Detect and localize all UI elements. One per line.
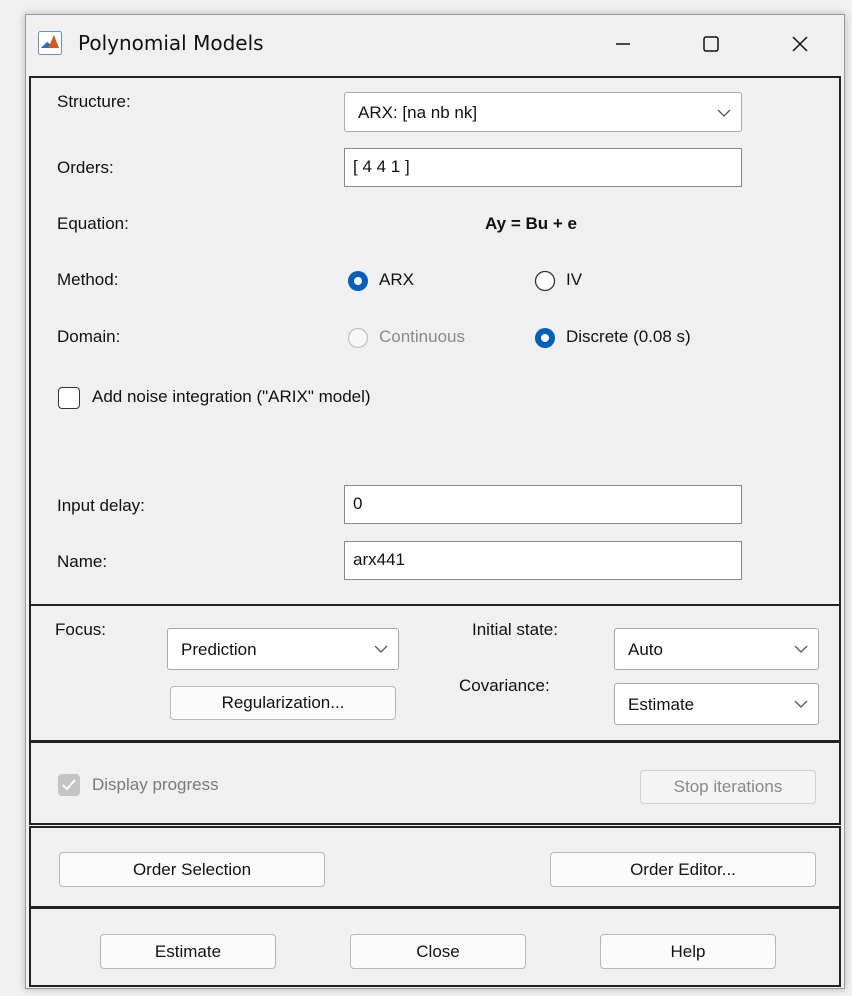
window-title: Polynomial Models — [78, 31, 264, 55]
structure-dropdown[interactable]: ARX: [na nb nk] — [344, 92, 742, 132]
input-delay-label: Input delay: — [57, 496, 145, 515]
close-button[interactable]: Close — [350, 934, 526, 969]
method-arx-label: ARX — [379, 270, 414, 289]
radio-unselected-icon — [534, 270, 556, 292]
orders-input[interactable]: [ 4 4 1 ] — [344, 148, 742, 187]
method-iv-label: IV — [566, 270, 583, 289]
structure-value: ARX: [na nb nk] — [358, 103, 478, 122]
name-label: Name: — [57, 552, 108, 571]
close-window-button[interactable] — [770, 23, 830, 65]
chevron-down-icon — [794, 700, 808, 708]
domain-label: Domain: — [57, 327, 121, 346]
initial-state-value: Auto — [628, 640, 663, 659]
minimize-button[interactable] — [593, 23, 653, 65]
stop-iterations-button: Stop iterations — [640, 770, 816, 804]
title-bar[interactable]: Polynomial Models — [26, 15, 844, 73]
order-tools-panel: Order Selection Order Editor... — [29, 826, 841, 908]
minimize-icon — [616, 43, 630, 45]
order-editor-button[interactable]: Order Editor... — [550, 852, 816, 887]
estimate-button[interactable]: Estimate — [100, 934, 276, 969]
radio-selected-icon — [535, 328, 555, 348]
focus-label: Focus: — [55, 620, 107, 639]
regularization-button[interactable]: Regularization... — [170, 686, 396, 720]
focus-dropdown[interactable]: Prediction — [167, 628, 399, 670]
order-selection-button[interactable]: Order Selection — [59, 852, 325, 887]
chevron-down-icon — [794, 645, 808, 653]
polynomial-models-dialog: Polynomial Models Structure: ARX: [na nb… — [25, 14, 845, 989]
display-progress-label: Display progress — [92, 775, 219, 794]
radio-selected-icon — [348, 271, 368, 291]
covariance-dropdown[interactable]: Estimate — [614, 683, 819, 725]
focus-value: Prediction — [181, 640, 257, 659]
maximize-button[interactable] — [681, 23, 741, 65]
chevron-down-icon — [374, 645, 388, 653]
close-icon — [792, 36, 808, 52]
initial-state-label: Initial state: — [472, 620, 558, 639]
estimation-options-panel: Focus: Prediction Regularization... Init… — [29, 604, 841, 742]
noise-integration-label: Add noise integration ("ARIX" model) — [92, 387, 371, 406]
progress-panel: Display progress Stop iterations — [29, 741, 841, 825]
chevron-down-icon — [717, 109, 731, 117]
help-button[interactable]: Help — [600, 934, 776, 969]
covariance-value: Estimate — [628, 695, 695, 714]
equation-label: Equation: — [57, 214, 129, 233]
radio-disabled-icon — [347, 327, 369, 349]
name-input[interactable]: arx441 — [344, 541, 742, 580]
checkbox-unchecked-icon — [58, 387, 80, 409]
method-label: Method: — [57, 270, 119, 289]
checkbox-checked-disabled — [58, 774, 80, 796]
maximize-icon — [703, 36, 719, 52]
structure-label: Structure: — [57, 92, 131, 111]
covariance-label: Covariance: — [459, 676, 550, 695]
domain-continuous-label: Continuous — [379, 327, 466, 346]
equation-value: Ay = Bu + e — [485, 214, 577, 233]
actions-panel: Estimate Close Help — [29, 907, 841, 987]
checkmark-icon — [62, 779, 76, 791]
matlab-app-icon — [38, 31, 62, 55]
initial-state-dropdown[interactable]: Auto — [614, 628, 819, 670]
model-settings-panel: Structure: ARX: [na nb nk] Orders: [ 4 4… — [29, 76, 841, 606]
input-delay-input[interactable]: 0 — [344, 485, 742, 524]
orders-label: Orders: — [57, 158, 114, 177]
domain-discrete-label: Discrete (0.08 s) — [566, 327, 691, 346]
